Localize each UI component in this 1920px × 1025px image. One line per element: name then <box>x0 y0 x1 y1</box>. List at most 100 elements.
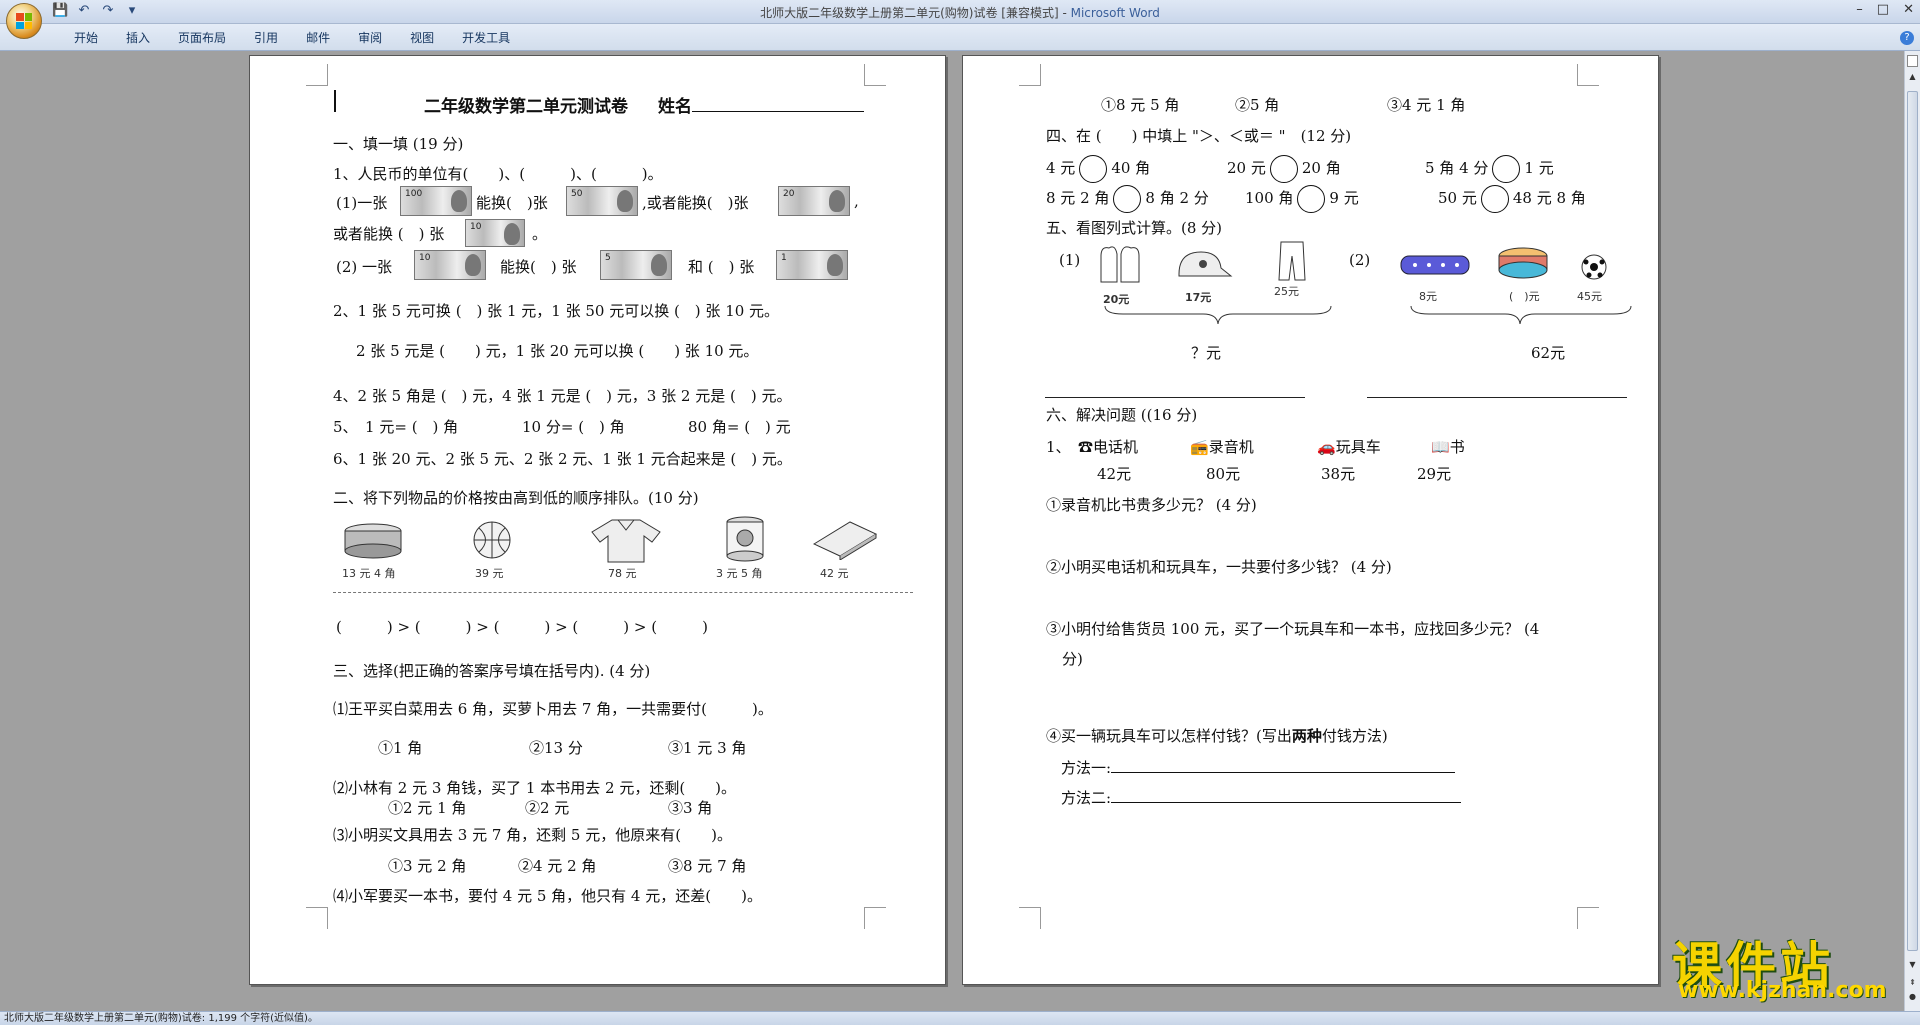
name-blank[interactable] <box>692 98 865 112</box>
choice-2-option-c: ③3 角 <box>668 799 713 817</box>
scroll-down-icon[interactable]: ▼ <box>1907 959 1918 971</box>
question-1-1-text: 或者能换 ( ) 张 <box>333 225 445 243</box>
method-1: 方法一: <box>1061 757 1456 778</box>
question-3: 2 张 5 元是 ( ) 元，1 张 20 元可以换 ( ) 张 10 元。 <box>356 342 759 360</box>
compare-3: 5 角 4 分1 元 <box>1425 155 1554 183</box>
tab-view[interactable]: 视图 <box>396 30 448 46</box>
page-title: 二年级数学第二单元测试卷 姓名 <box>424 92 865 117</box>
page-2[interactable]: ①8 元 5 角 ②5 角 ③4 元 1 角 四、在 ( ) 中填上 "＞、＜或… <box>962 55 1659 985</box>
item-price: 42 元 <box>820 567 849 580</box>
section4-heading: 四、在 ( ) 中填上 "＞、＜或＝ " (12 分) <box>1046 127 1352 145</box>
price-phone: 42元 <box>1097 465 1132 483</box>
compare-5: 100 角9 元 <box>1245 185 1359 213</box>
close-button[interactable]: ✕ <box>1903 2 1914 17</box>
page-1[interactable]: 二年级数学第二单元测试卷 姓名 一、填一填 (19 分) 1、人民币的单位有( … <box>249 55 946 985</box>
item-price: 17元 <box>1185 291 1212 304</box>
section3-heading: 三、选择(把正确的答案序号填在括号内). (4 分) <box>333 662 651 680</box>
answer-line[interactable] <box>1045 397 1305 398</box>
scroll-thumb[interactable] <box>1907 91 1918 951</box>
maximize-button[interactable]: □ <box>1877 2 1889 17</box>
choice-4: ⑷小军要买一本书，要付 4 元 5 角，他只有 4 元，还差( )。 <box>333 887 762 905</box>
previous-page-icon[interactable]: ⇞ <box>1907 977 1918 989</box>
margin-mark <box>306 907 328 929</box>
compare-4: 8 元 2 角8 角 2 分 <box>1046 185 1209 213</box>
compare-1: 4 元 40 角 <box>1046 155 1150 183</box>
browse-object-icon[interactable]: ● <box>1907 991 1918 1003</box>
book-box-image <box>810 518 880 572</box>
text-cursor <box>334 90 336 112</box>
compare-circle[interactable] <box>1297 185 1326 213</box>
compare-circle[interactable] <box>1113 185 1142 213</box>
problem-2-label: (2) <box>1349 251 1371 269</box>
compare-circle[interactable] <box>1269 155 1298 183</box>
toy-car-icon: 🚗 <box>1317 438 1336 456</box>
divider <box>333 592 913 593</box>
question-1-1-text: 。 <box>532 225 548 243</box>
scroll-up-icon[interactable]: ▲ <box>1907 71 1918 83</box>
question-1-1-text: ,或者能换( )张 <box>642 194 749 212</box>
help-icon[interactable]: ? <box>1900 31 1914 45</box>
brace-2 <box>1410 305 1632 325</box>
price-book: 29元 <box>1417 465 1452 483</box>
choice-4-option-c: ③4 元 1 角 <box>1387 96 1466 114</box>
tab-mailings[interactable]: 邮件 <box>292 30 344 46</box>
problem-2-total: 62元 <box>1531 344 1566 362</box>
margin-mark <box>306 64 328 86</box>
office-button[interactable] <box>6 3 42 39</box>
question-1-1-text: 能换( )张 <box>476 194 548 212</box>
compare-circle[interactable] <box>1079 155 1108 183</box>
tab-insert[interactable]: 插入 <box>112 30 164 46</box>
banknote-5-icon: 5 <box>600 250 672 280</box>
method-2: 方法二: <box>1061 787 1462 808</box>
banknote-100-icon: 100 <box>400 186 472 216</box>
s6-question-2: ②小明买电话机和玩具车，一共要付多少钱？ (4 分) <box>1046 558 1392 576</box>
compare-circle[interactable] <box>1492 155 1521 183</box>
item-price: 3 元 5 角 <box>716 567 763 580</box>
question-5b: 10 分= ( ) 角 <box>522 418 625 436</box>
watermark-url: www.kjzhan.com <box>1678 978 1887 1003</box>
method-2-blank[interactable] <box>1111 789 1462 803</box>
window-controls: – □ ✕ <box>1856 2 1914 17</box>
choice-4-option-a: ①8 元 5 角 <box>1101 96 1180 114</box>
price-recorder: 80元 <box>1206 465 1241 483</box>
choice-1: ⑴王平买白菜用去 6 角，买萝卜用去 7 角，一共需要付( )。 <box>333 700 773 718</box>
tab-developer[interactable]: 开发工具 <box>448 30 524 46</box>
document-name: 北师大版二年级数学上册第二单元(购物)试卷 [兼容模式] <box>760 6 1059 20</box>
tab-home[interactable]: 开始 <box>60 30 112 46</box>
tab-page-layout[interactable]: 页面布局 <box>164 30 240 46</box>
ruler-toggle-icon[interactable] <box>1907 55 1918 67</box>
margin-mark <box>1577 64 1599 86</box>
banknote-50-icon: 50 <box>566 186 638 216</box>
choice-3: ⑶小明买文具用去 3 元 7 角，还剩 5 元，他原来有( )。 <box>333 826 732 844</box>
banknote-10-icon: 10 <box>465 219 525 247</box>
question-2: 2、1 张 5 元可换 ( ) 张 1 元，1 张 50 元可以换 ( ) 张 … <box>333 302 780 320</box>
banknote-10-icon: 10 <box>414 250 486 280</box>
answer-line[interactable] <box>1367 397 1627 398</box>
s6-item-phone: ☎电话机 <box>1078 438 1139 456</box>
title-bar: 💾 ↶ ↷ ▾ 北师大版二年级数学上册第二单元(购物)试卷 [兼容模式] - M… <box>0 0 1920 24</box>
compare-circle[interactable] <box>1480 185 1509 213</box>
ribbon: 开始 插入 页面布局 引用 邮件 审阅 视图 开发工具 ? <box>0 24 1920 51</box>
item-price: ( )元 <box>1509 290 1540 303</box>
s6-item-recorder: 📻录音机 <box>1190 438 1254 456</box>
method-1-blank[interactable] <box>1111 759 1456 773</box>
tab-references[interactable]: 引用 <box>240 30 292 46</box>
choice-2: ⑵小林有 2 元 3 角钱，买了 1 本书用去 2 元，还剩( )。 <box>333 779 737 797</box>
recorder-icon: 📻 <box>1190 438 1209 456</box>
item-price: 78 元 <box>608 567 637 580</box>
order-answer-line[interactable]: ( ) > ( ) > ( ) > ( ) > ( ) <box>336 616 708 637</box>
minimize-button[interactable]: – <box>1856 2 1863 17</box>
choice-1-option-c: ③1 元 3 角 <box>668 739 747 757</box>
vertical-scrollbar[interactable]: ▲ ▼ ⇞ ● <box>1904 51 1920 1011</box>
banknote-1-icon: 1 <box>776 250 848 280</box>
s6-question-3-cont: 分) <box>1062 650 1083 668</box>
ribbon-tabs: 开始 插入 页面布局 引用 邮件 审阅 视图 开发工具 <box>60 30 524 46</box>
name-label: 姓名 <box>658 97 693 117</box>
app-name: Microsoft Word <box>1070 6 1160 20</box>
question-1: 1、人民币的单位有( )、( )、( )。 <box>333 165 663 183</box>
margin-mark <box>864 907 886 929</box>
question-6: 6、1 张 20 元、2 张 5 元、2 张 2 元、1 张 1 元合起来是 (… <box>333 450 792 468</box>
tab-review[interactable]: 审阅 <box>344 30 396 46</box>
status-bar: 北师大版二年级数学上册第二单元(购物)试卷: 1,199 个字符(近似值)。 <box>0 1011 1920 1025</box>
question-5a: 5、 1 元= ( ) 角 <box>333 418 459 436</box>
